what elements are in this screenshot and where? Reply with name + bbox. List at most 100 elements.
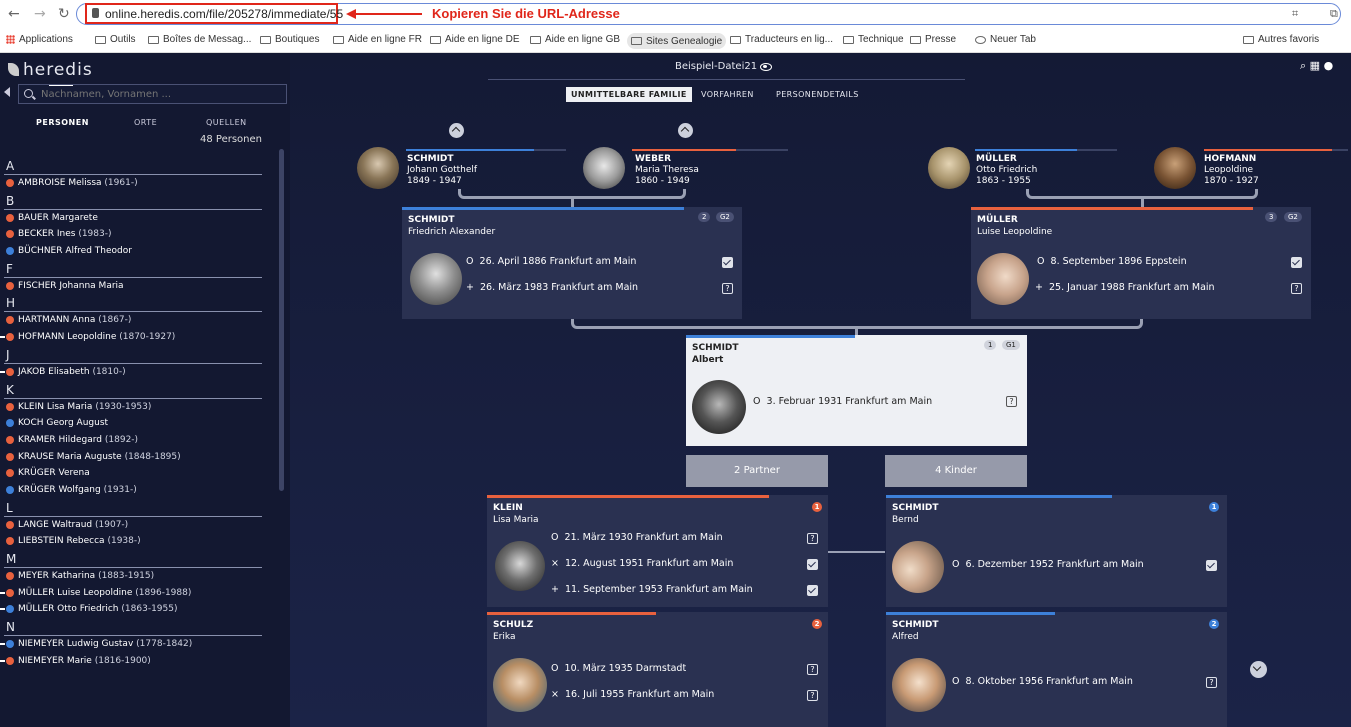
list-item[interactable]: JAKOB Elisabeth (1810-) bbox=[0, 364, 275, 381]
bookmark-folder[interactable]: Sites Genealogie bbox=[627, 33, 727, 49]
source-unknown-icon[interactable]: ? bbox=[807, 664, 818, 675]
letter-header: F bbox=[4, 260, 262, 278]
grandparent-card[interactable]: HOFMANN Leopoldine 1870 - 1927 bbox=[1204, 154, 1259, 187]
source-unknown-icon[interactable]: ? bbox=[807, 690, 818, 701]
tab-personendetails[interactable]: PERSONENDETAILS bbox=[771, 87, 864, 102]
bookmark-newtab[interactable]: Neuer Tab bbox=[975, 34, 1036, 45]
birth-icon: O bbox=[551, 663, 559, 674]
list-item[interactable]: LANGE Waltraud (1907-) bbox=[0, 517, 275, 534]
source-verified-icon[interactable] bbox=[807, 559, 818, 570]
partner-card[interactable]: SCHULZ Erika 2 O 10. März 1935 Darmstadt … bbox=[487, 612, 828, 727]
source-verified-icon[interactable] bbox=[722, 257, 733, 268]
source-verified-icon[interactable] bbox=[1291, 257, 1302, 268]
avatar[interactable] bbox=[928, 147, 970, 189]
child-number: 1 bbox=[1209, 502, 1219, 512]
tab-vorfahren[interactable]: VORFAHREN bbox=[696, 87, 759, 102]
list-item[interactable]: BECKER Ines (1983-) bbox=[0, 226, 275, 243]
list-item[interactable]: MÜLLER Otto Friedrich (1863-1955) bbox=[0, 601, 275, 618]
avatar[interactable] bbox=[357, 147, 399, 189]
list-item[interactable]: BAUER Margarete bbox=[0, 210, 275, 227]
bookmark-folder[interactable]: Technique bbox=[843, 34, 904, 45]
list-item[interactable]: AMBROISE Melissa (1961-) bbox=[0, 175, 275, 192]
partner-card[interactable]: KLEIN Lisa Maria 1 O 21. März 1930 Frankf… bbox=[487, 495, 828, 607]
list-item[interactable]: KRAUSE Maria Auguste (1848-1895) bbox=[0, 449, 275, 466]
file-name: Beispiel-Datei21 bbox=[675, 61, 758, 72]
extension-icon[interactable]: ⌗ bbox=[1292, 7, 1298, 21]
bookmark-folder[interactable]: Presse bbox=[910, 34, 956, 45]
source-unknown-icon[interactable]: ? bbox=[1291, 283, 1302, 294]
user-icon[interactable]: ● bbox=[1324, 59, 1334, 72]
child-card[interactable]: SCHMIDT Alfred 2 O 8. Oktober 1956 Frankf… bbox=[886, 612, 1227, 727]
list-item[interactable]: LIEBSTEIN Rebecca (1938-) bbox=[0, 533, 275, 550]
bookmark-other[interactable]: Autres favoris bbox=[1243, 34, 1319, 45]
list-item[interactable]: KRAMER Hildegard (1892-) bbox=[0, 432, 275, 449]
reload-icon[interactable]: ↻ bbox=[58, 6, 70, 22]
generation-badge: 3 bbox=[1265, 212, 1278, 222]
source-unknown-icon[interactable]: ? bbox=[1006, 396, 1017, 407]
source-verified-icon[interactable] bbox=[807, 585, 818, 596]
search-input[interactable] bbox=[19, 85, 286, 103]
partner-button[interactable]: 2 Partner bbox=[686, 455, 828, 487]
mother-card[interactable]: MÜLLER Luise Leopoldine 3 G2 O 8. Septemb… bbox=[971, 207, 1311, 319]
search-icon[interactable]: ⌕ bbox=[1300, 59, 1306, 72]
list-item[interactable]: FISCHER Johanna Maria bbox=[0, 278, 275, 295]
scrollbar[interactable] bbox=[279, 149, 284, 491]
url-bar[interactable]: online.heredis.com/file/205278/immediate… bbox=[85, 3, 343, 24]
gender-dot-icon bbox=[6, 419, 14, 428]
bookmark-applications[interactable]: Applications bbox=[6, 34, 73, 45]
children-button[interactable]: 4 Kinder bbox=[885, 455, 1027, 487]
source-unknown-icon[interactable]: ? bbox=[1206, 677, 1217, 688]
tab-personen[interactable]: PERSONEN bbox=[36, 118, 89, 127]
eye-icon[interactable] bbox=[760, 63, 772, 71]
bookmark-folder[interactable]: Aide en ligne GB bbox=[530, 34, 620, 45]
avatar[interactable] bbox=[583, 147, 625, 189]
list-item[interactable]: BÜCHNER Alfred Theodor bbox=[0, 243, 275, 260]
person-name: SCHULZ Erika bbox=[493, 620, 534, 642]
tab-quellen[interactable]: QUELLEN bbox=[206, 118, 247, 127]
bookmark-folder[interactable]: Boutiques bbox=[260, 34, 319, 45]
source-verified-icon[interactable] bbox=[1206, 560, 1217, 571]
grandparent-card[interactable]: WEBER Maria Theresa 1860 - 1949 bbox=[635, 154, 699, 187]
subject-card[interactable]: SCHMIDT Albert 1 G1 O 3. Februar 1931 Fra… bbox=[686, 335, 1027, 446]
scroll-down-button[interactable] bbox=[1250, 661, 1267, 678]
list-item[interactable]: NIEMEYER Marie (1816-1900) bbox=[0, 653, 275, 670]
forward-icon[interactable]: → bbox=[34, 6, 46, 22]
grandparent-card[interactable]: SCHMIDT Johann Gotthelf 1849 - 1947 bbox=[407, 154, 477, 187]
folder-icon bbox=[430, 35, 441, 44]
bookmark-folder[interactable]: Aide en ligne FR bbox=[333, 34, 422, 45]
list-item[interactable]: HARTMANN Anna (1867-) bbox=[0, 312, 275, 329]
bookmark-folder[interactable]: Aide en ligne DE bbox=[430, 34, 520, 45]
list-item[interactable]: MEYER Katharina (1883-1915) bbox=[0, 568, 275, 585]
list-item[interactable]: NIEMEYER Ludwig Gustav (1778-1842) bbox=[0, 636, 275, 653]
collapse-sidebar-icon[interactable] bbox=[4, 87, 10, 97]
bookmark-folder[interactable]: Boîtes de Messag... bbox=[148, 34, 251, 45]
list-item[interactable]: KOCH Georg August bbox=[0, 415, 275, 432]
bookmark-folder[interactable]: Outils bbox=[95, 34, 136, 45]
grandparent-card[interactable]: MÜLLER Otto Friedrich 1863 - 1955 bbox=[976, 154, 1037, 187]
bar-track bbox=[1332, 149, 1348, 151]
heredis-app: heredis PERSONEN ORTE QUELLEN 48 Persone… bbox=[0, 53, 1351, 727]
expand-ancestors-button[interactable] bbox=[449, 123, 464, 138]
list-item[interactable]: HOFMANN Leopoldine (1870-1927) bbox=[0, 329, 275, 346]
birth-event: O 21. März 1930 Frankfurt am Main bbox=[551, 532, 723, 543]
source-unknown-icon[interactable]: ? bbox=[807, 533, 818, 544]
list-item[interactable]: KRÜGER Verena bbox=[0, 465, 275, 482]
gender-dot-icon bbox=[6, 588, 14, 597]
list-item[interactable]: KLEIN Lisa Maria (1930-1953) bbox=[0, 399, 275, 416]
list-item[interactable]: KRÜGER Wolfgang (1931-) bbox=[0, 482, 275, 499]
tab-unmittelbare-familie[interactable]: UNMITTELBARE FAMILIE bbox=[566, 87, 692, 102]
gender-dot-icon bbox=[6, 230, 14, 239]
child-card[interactable]: SCHMIDT Bernd 1 O 6. Dezember 1952 Frankf… bbox=[886, 495, 1227, 607]
avatar[interactable] bbox=[1154, 147, 1196, 189]
lock-icon bbox=[92, 8, 99, 18]
back-icon[interactable]: ← bbox=[8, 6, 20, 22]
extension-icon-2[interactable]: ⧉ bbox=[1330, 7, 1338, 21]
father-card[interactable]: SCHMIDT Friedrich Alexander 2 G2 O 26. Ap… bbox=[402, 207, 742, 319]
source-unknown-icon[interactable]: ? bbox=[722, 283, 733, 294]
expand-ancestors-button[interactable] bbox=[678, 123, 693, 138]
grid-icon[interactable]: ▦ bbox=[1310, 59, 1320, 72]
bookmark-folder[interactable]: Traducteurs en lig... bbox=[730, 34, 833, 45]
tab-orte[interactable]: ORTE bbox=[134, 118, 157, 127]
person-name: MÜLLER Luise Leopoldine bbox=[977, 215, 1053, 237]
list-item[interactable]: MÜLLER Luise Leopoldine (1896-1988) bbox=[0, 585, 275, 602]
